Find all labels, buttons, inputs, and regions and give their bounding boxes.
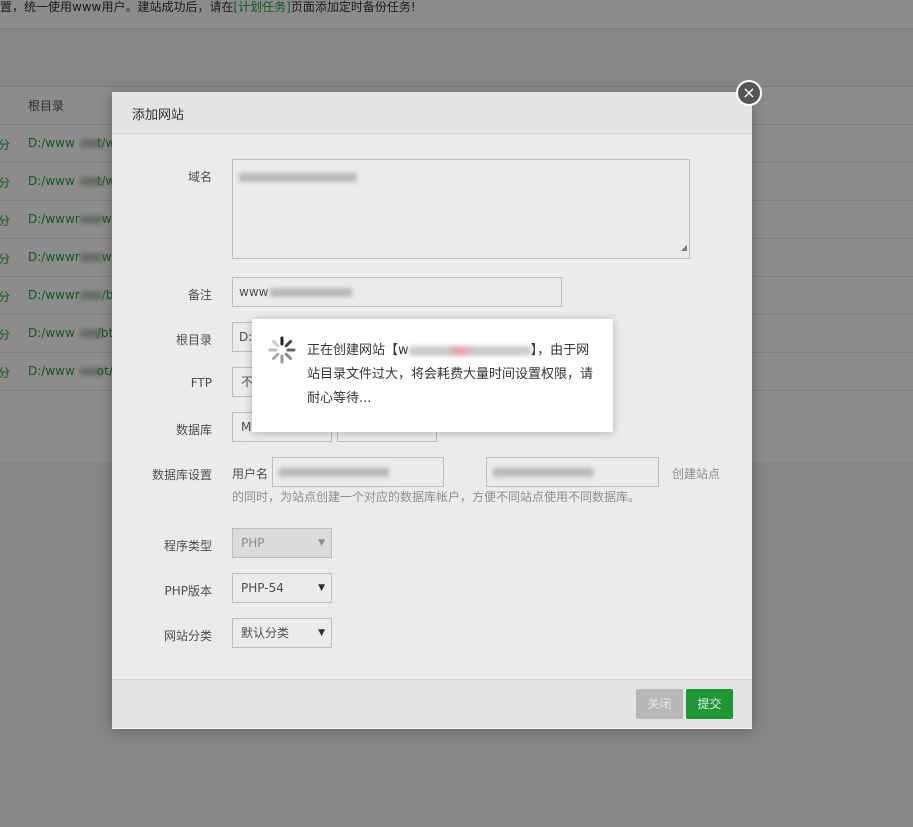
redacted-text xyxy=(408,345,531,356)
modal-close-icon[interactable]: × xyxy=(736,80,762,106)
loading-dialog: 正在创建网站【w 】，由于网站目录文件过大，将会耗费大量时间设置权限，请耐心等待.… xyxy=(252,319,613,432)
loading-spinner-icon xyxy=(268,336,296,364)
loading-message: 正在创建网站【w 】，由于网站目录文件过大，将会耗费大量时间设置权限，请耐心等待.… xyxy=(307,343,594,406)
